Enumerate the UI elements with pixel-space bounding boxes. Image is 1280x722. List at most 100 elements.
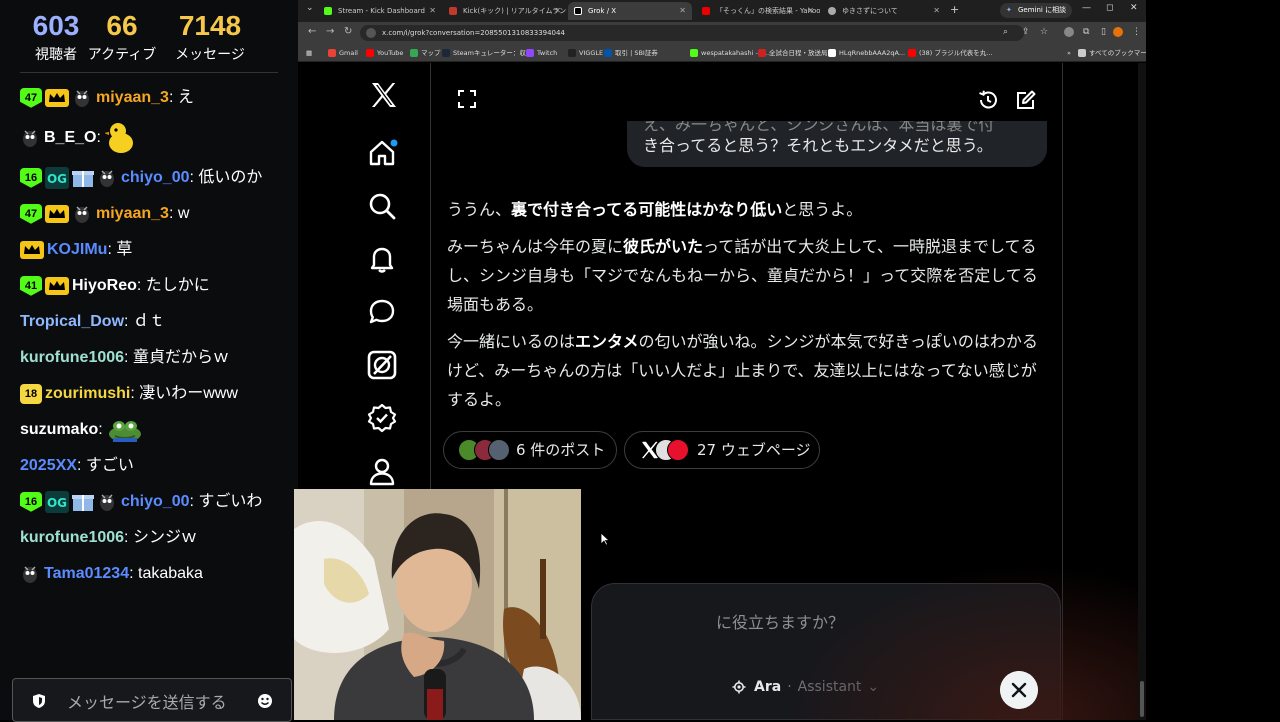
user-message-line: き合ってると思う？それともエンタメだと思う。 [643,136,993,155]
new-tab-icon[interactable]: + [950,3,959,16]
messages-chat-icon[interactable] [366,296,398,328]
close-tab-icon[interactable]: ✕ [554,2,561,20]
sources-posts-chip[interactable]: 6 件のポスト [443,431,617,469]
gemini-label: Gemini に相談 [1018,6,1067,14]
chat-username[interactable]: suzumako [20,421,98,438]
new-chat-edit-icon[interactable] [1015,89,1037,111]
sidebar-icon[interactable]: ▯ [1101,27,1111,37]
site-info-icon[interactable] [366,28,376,38]
profile-avatar-icon[interactable] [1113,27,1123,37]
share-icon[interactable]: ⇪ [1022,27,1032,37]
close-tab-icon[interactable]: ✕ [933,2,940,20]
tab-search-icon[interactable]: ⌄ [306,3,314,13]
bookmark-item[interactable]: 取引 | SBI証券 [604,46,658,60]
tab-kick-ranking[interactable]: Kick(キック) | リアルタイムランキング✕ [443,2,567,20]
close-window-icon[interactable]: ✕ [1130,3,1138,13]
maximize-icon[interactable]: ◻ [1106,3,1113,13]
posts-chip-label: 6 件のポスト [516,441,606,459]
gemini-button[interactable]: ✦ Gemini に相談 [1000,3,1073,18]
sources-web-chip[interactable]: 27 ウェブページ [624,431,820,469]
grok-icon[interactable] [366,349,398,381]
chat-text: 草 [116,241,133,258]
bookmark-item[interactable]: HLqRnebbAAA2qA... [828,46,905,60]
bookmark-item[interactable]: 全試合日程・放送局... [758,46,834,60]
chat-username[interactable]: kurofune1006 [20,349,124,366]
search-icon[interactable] [366,190,398,222]
close-tab-icon[interactable]: ✕ [807,2,814,20]
close-icon[interactable] [1000,671,1038,709]
shield-icon[interactable] [31,693,47,709]
og-badge-icon: OG [45,490,69,513]
expand-icon[interactable] [457,89,477,109]
crown-badge-icon [45,276,69,295]
chat-username[interactable]: chiyo_00 [121,169,189,186]
tab-grok[interactable]: Grok / X ✕ [568,2,692,20]
tab-title: Stream - Kick Dashboard [338,7,425,15]
answer-paragraph: ううん、裏で付き合ってる可能性はかなり低いと思うよ。 [447,195,1041,224]
scrollbar-thumb[interactable] [1140,681,1144,717]
bookmark-item[interactable]: Twitch [526,46,557,60]
chat-username[interactable]: kurofune1006 [20,529,124,546]
close-tab-icon[interactable]: ✕ [429,2,436,20]
globe-favicon-icon [828,7,836,15]
bookmark-label: Steamキュレーター：収... [453,49,533,57]
chat-username[interactable]: KOJIMu [47,241,107,258]
chat-username[interactable]: Tropical_Dow [20,313,124,330]
home-icon[interactable] [366,137,398,169]
svg-text:OG: OG [47,496,67,510]
chat-username[interactable]: 2025XX [20,457,77,474]
menu-kebab-icon[interactable]: ⋮ [1132,27,1142,37]
chat-message: 16 OG chiyo_00: 低いのか [0,160,290,196]
forward-icon[interactable]: → [326,26,334,37]
chat-colon: : [129,565,138,582]
grok-prompt-input[interactable] [716,610,1016,634]
page-scrollbar[interactable] [1138,63,1146,720]
bookmark-item[interactable]: VIGGLE [568,46,603,60]
notifications-bell-icon[interactable] [366,243,398,275]
bookmark-favicon-icon [366,49,374,57]
tab-kick-dashboard[interactable]: Stream - Kick Dashboard ✕ [318,2,442,20]
emoji-icon[interactable] [257,693,273,709]
divider [20,72,278,73]
verified-badge-icon[interactable] [366,402,398,434]
chat-username[interactable]: zourimushi [45,385,130,402]
answer-text: 今一緒にいるのは [447,332,576,351]
x-logo-icon[interactable] [368,79,400,111]
chat-username[interactable]: HiyoReo [72,277,137,294]
close-tab-icon[interactable]: ✕ [679,2,686,20]
profile-icon[interactable] [366,455,398,487]
omnibox[interactable]: x.com/i/grok?conversation=20855013108333… [360,25,1024,41]
chat-message-input[interactable] [67,689,257,715]
minimize-icon[interactable]: — [1082,3,1091,13]
history-icon[interactable] [977,89,999,111]
tab-bar: ⌄ Stream - Kick Dashboard ✕ Kick(キック) | リ… [298,0,1146,22]
chat-message: 41 HiyoReo: たしかに [0,268,290,304]
bookmarks-overflow-icon[interactable]: » [1056,46,1071,60]
chat-username[interactable]: B_E_O [44,129,96,146]
answer-text: と思うよ。 [782,200,863,219]
bookmark-star-icon[interactable]: ☆ [1040,27,1050,37]
model-mode-selector[interactable]: Ara · Assistant ⌄ [732,672,879,702]
reload-icon[interactable]: ↻ [344,26,352,37]
bookmark-item[interactable]: Gmail [328,46,358,60]
bookmark-item[interactable]: Steamキュレーター：収... [442,46,532,60]
tab-yahoo[interactable]: 「そっくん」の検索結果 - Yahoo!知 ✕ [696,2,820,20]
avatar [488,439,510,461]
back-icon[interactable]: ← [308,26,316,37]
chat-username[interactable]: miyaan_3 [96,89,169,106]
tab-yukisazu[interactable]: ゆきさずについて ✕ [822,2,946,20]
all-bookmarks[interactable]: すべてのブックマーク [1078,46,1153,60]
chat-message-list[interactable]: 47 miyaan_3: え B_E_O: 16 OG chiyo_00: 低いのか 47… [0,80,290,660]
apps-icon[interactable]: ▦ [306,46,312,60]
chat-username[interactable]: chiyo_00 [121,493,189,510]
extensions-puzzle-icon[interactable]: ⧉ [1083,27,1093,37]
zoom-icon[interactable]: ⌕ [1003,27,1013,37]
bookmark-item[interactable]: (38) ブラジル代表を丸... [908,46,992,60]
bookmark-item[interactable]: マップ [410,46,441,60]
extension-icon[interactable] [1064,27,1074,37]
chat-username[interactable]: miyaan_3 [96,205,169,222]
address-bar-row: ← → ↻ x.com/i/grok?conversation=20855013… [298,22,1146,44]
chat-username[interactable]: Tama01234 [44,565,129,582]
og-badge-icon: OG [45,166,69,189]
bookmark-item[interactable]: YouTube [366,46,403,60]
